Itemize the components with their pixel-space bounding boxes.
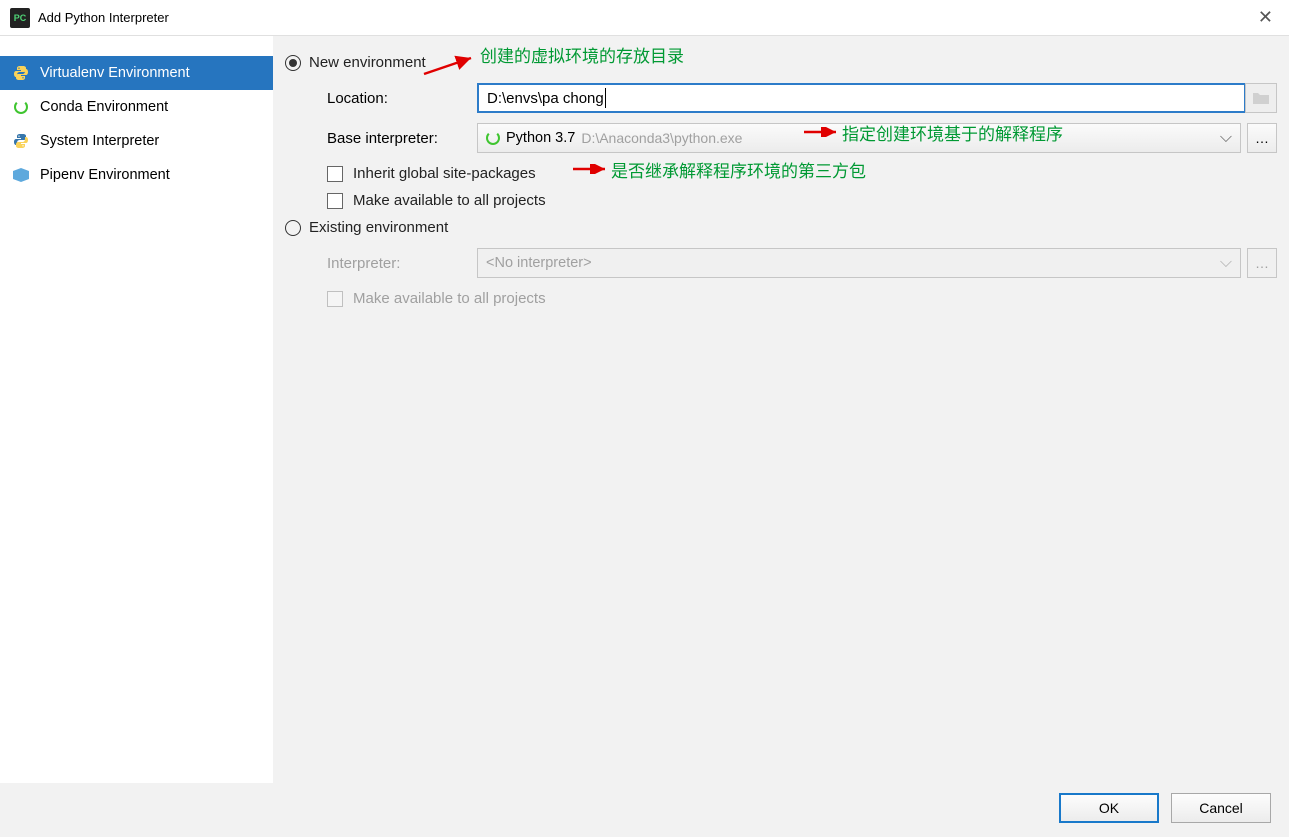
available-all-2-checkbox	[327, 291, 343, 307]
existing-environment-label: Existing environment	[309, 219, 448, 236]
conda-icon	[12, 98, 30, 116]
close-icon[interactable]: ✕	[1252, 7, 1279, 28]
interpreter-label: Interpreter:	[327, 255, 477, 272]
available-all-label: Make available to all projects	[353, 192, 546, 209]
inherit-label: Inherit global site-packages	[353, 165, 536, 182]
sidebar-item-label: System Interpreter	[40, 133, 159, 149]
location-value: D:\envs\pa chong	[487, 90, 604, 107]
sidebar-item-pipenv[interactable]: Pipenv Environment	[0, 158, 273, 192]
chevron-down-icon: ⌵	[1220, 129, 1232, 147]
ok-button[interactable]: OK	[1059, 793, 1159, 823]
sidebar-item-label: Pipenv Environment	[40, 167, 170, 183]
new-environment-label: New environment	[309, 54, 426, 71]
interpreter-dropdown: <No interpreter> ⌵	[477, 248, 1241, 278]
base-interpreter-value: Python 3.7	[506, 130, 575, 146]
location-label: Location:	[327, 90, 477, 107]
sidebar-item-system[interactable]: System Interpreter	[0, 124, 273, 158]
titlebar: PC Add Python Interpreter ✕	[0, 0, 1289, 36]
location-input[interactable]: D:\envs\pa chong	[477, 83, 1246, 113]
sidebar-item-label: Conda Environment	[40, 99, 168, 115]
sidebar-item-label: Virtualenv Environment	[40, 65, 190, 81]
base-interpreter-path: D:\Anaconda3\python.exe	[581, 130, 742, 146]
app-icon: PC	[10, 8, 30, 28]
cancel-button[interactable]: Cancel	[1171, 793, 1271, 823]
window-title: Add Python Interpreter	[38, 10, 1252, 25]
dialog-footer: OK Cancel	[1059, 793, 1271, 823]
inherit-checkbox[interactable]	[327, 166, 343, 182]
base-interpreter-label: Base interpreter:	[327, 130, 477, 147]
pipenv-icon	[12, 166, 30, 184]
chevron-down-icon: ⌵	[1220, 254, 1232, 272]
browse-location-button[interactable]	[1245, 83, 1277, 113]
python-icon	[12, 64, 30, 82]
available-all-checkbox[interactable]	[327, 193, 343, 209]
sidebar-item-virtualenv[interactable]: Virtualenv Environment	[0, 56, 273, 90]
base-interpreter-dropdown[interactable]: Python 3.7 D:\Anaconda3\python.exe ⌵	[477, 123, 1241, 153]
radio-new-environment[interactable]	[285, 55, 301, 71]
available-all-2-label: Make available to all projects	[353, 290, 546, 307]
sidebar: Virtualenv Environment Conda Environment…	[0, 36, 273, 783]
python-icon	[12, 132, 30, 150]
main-panel: New environment Location: D:\envs\pa cho…	[273, 36, 1289, 783]
browse-interpreter-button[interactable]: …	[1247, 123, 1277, 153]
sidebar-item-conda[interactable]: Conda Environment	[0, 90, 273, 124]
radio-existing-environment[interactable]	[285, 220, 301, 236]
folder-icon	[1253, 92, 1269, 104]
interpreter-value: <No interpreter>	[486, 255, 592, 271]
loading-icon	[486, 131, 500, 145]
browse-existing-button: …	[1247, 248, 1277, 278]
